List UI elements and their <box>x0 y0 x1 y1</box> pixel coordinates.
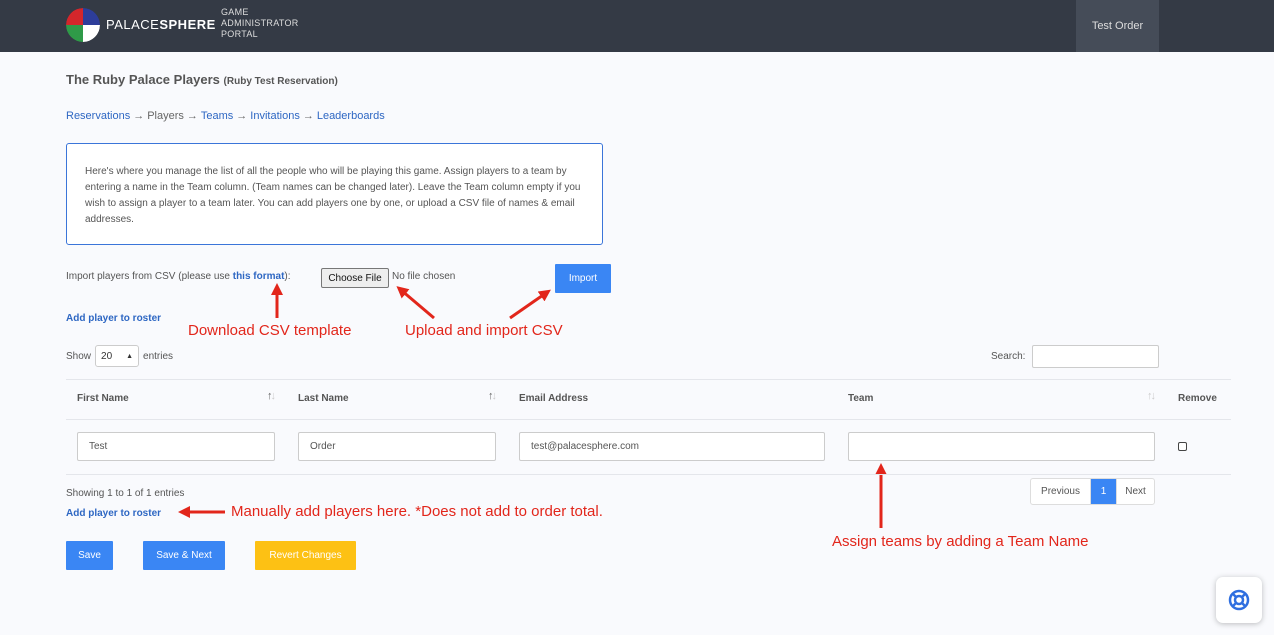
first-name-input[interactable]: Test <box>77 432 275 461</box>
col-header-remove: Remove <box>1178 393 1217 404</box>
search-label: Search: <box>991 351 1026 362</box>
table-header-border <box>66 419 1231 420</box>
email-input[interactable]: test@palacesphere.com <box>519 432 825 461</box>
lifebuoy-icon <box>1228 589 1250 611</box>
arrow-choose-file <box>396 286 435 320</box>
arrow-import <box>509 289 551 320</box>
add-player-link-bottom[interactable]: Add player to roster <box>66 508 161 519</box>
col-header-email: Email Address <box>519 393 589 404</box>
last-name-input[interactable]: Order <box>298 432 496 461</box>
search-input[interactable] <box>1032 345 1159 368</box>
team-input[interactable] <box>848 432 1155 461</box>
select-caret-icon: ▲ <box>126 352 134 360</box>
entries-label: entries <box>143 350 174 362</box>
sort-icon[interactable]: ↑↓ <box>488 390 497 402</box>
next-page-button[interactable]: Next <box>1116 479 1154 504</box>
entries-select[interactable]: 20 ▲ <box>95 345 140 367</box>
col-header-first-name[interactable]: First Name <box>77 393 129 404</box>
sort-icon[interactable]: ↑↓ <box>267 390 276 402</box>
showing-entries: Showing 1 to 1 of 1 entries <box>66 488 185 499</box>
sort-icon[interactable]: ↑↓ <box>1147 390 1156 402</box>
save-button[interactable]: Save <box>66 541 113 570</box>
previous-page-button[interactable]: Previous <box>1031 479 1091 504</box>
show-label: Show <box>66 350 92 362</box>
revert-changes-button[interactable]: Revert Changes <box>255 541 356 570</box>
table-top-border <box>66 379 1231 380</box>
annotation-arrows <box>178 283 887 528</box>
entries-control: Show 20 ▲ entries <box>66 345 173 367</box>
page-1-button[interactable]: 1 <box>1091 479 1116 504</box>
col-header-last-name[interactable]: Last Name <box>298 393 349 404</box>
save-next-button[interactable]: Save & Next <box>143 541 225 570</box>
help-widget-button[interactable] <box>1216 577 1262 623</box>
pagination: Previous 1 Next <box>1030 478 1155 505</box>
remove-checkbox[interactable] <box>1178 442 1187 451</box>
entries-value: 20 <box>101 350 113 362</box>
col-header-team[interactable]: Team <box>848 393 873 404</box>
table-bottom-border <box>66 474 1231 475</box>
